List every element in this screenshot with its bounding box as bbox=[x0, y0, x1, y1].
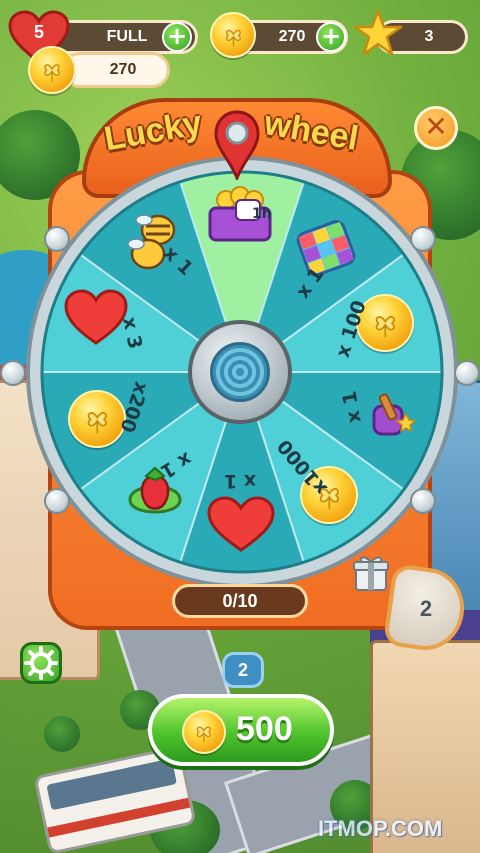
wheel-stud bbox=[410, 488, 436, 514]
heart-prize-label: x 1 bbox=[224, 470, 257, 492]
wheel-hub bbox=[188, 320, 292, 424]
level-marker-number: 2 bbox=[419, 596, 433, 621]
gift-icon[interactable] bbox=[352, 552, 390, 592]
bush bbox=[44, 716, 80, 752]
spin-progress: 0/10 bbox=[172, 584, 308, 618]
coin-icon bbox=[210, 12, 256, 58]
coin-balance: 270 bbox=[62, 52, 170, 88]
lives-count: 5 bbox=[33, 22, 44, 42]
wheel-stud bbox=[0, 360, 26, 386]
wheel-stud bbox=[44, 226, 70, 252]
spin-progress-text: 0/10 bbox=[222, 590, 258, 611]
lives-status: FULL bbox=[106, 28, 148, 45]
watermark: ITMOP.COM bbox=[318, 816, 443, 841]
map-pin-icon bbox=[212, 110, 262, 183]
add-lives-button[interactable]: + bbox=[162, 22, 192, 52]
wheel-stud bbox=[410, 226, 436, 252]
level-marker-small[interactable]: 2 bbox=[222, 652, 264, 688]
level-marker-small-number: 2 bbox=[237, 660, 248, 680]
add-coins-button[interactable]: + bbox=[316, 22, 346, 52]
gear-icon bbox=[24, 646, 58, 680]
spin-price: 500 bbox=[236, 710, 293, 748]
heart-prize-icon bbox=[206, 496, 276, 552]
heart-multi-prize-icon bbox=[64, 288, 128, 346]
swirl-icon bbox=[210, 342, 270, 402]
coins-count: 270 bbox=[278, 28, 306, 45]
spin-button[interactable]: 500 bbox=[148, 694, 334, 766]
coin-icon bbox=[182, 710, 226, 754]
star-icon bbox=[352, 8, 404, 60]
coin-icon bbox=[28, 46, 76, 94]
stars-count: 3 bbox=[424, 28, 434, 45]
wheel-stud bbox=[454, 360, 480, 386]
settings-button[interactable] bbox=[20, 642, 62, 684]
wheel-stud bbox=[44, 488, 70, 514]
booster-box-label: 1h bbox=[252, 206, 272, 222]
hammer-booster-icon bbox=[360, 392, 417, 442]
coin-balance-value: 270 bbox=[109, 61, 137, 78]
